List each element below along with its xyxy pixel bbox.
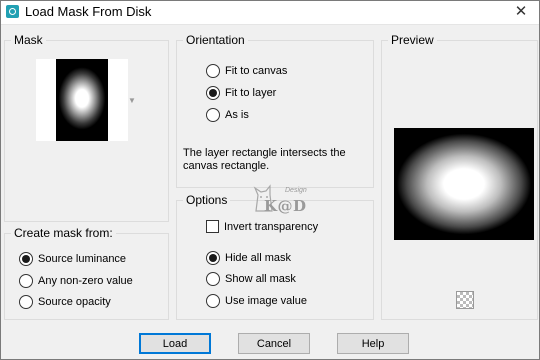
radio-button[interactable] bbox=[206, 86, 220, 100]
mask-preview-image bbox=[394, 128, 534, 240]
radio-fit-to-layer[interactable]: Fit to layer bbox=[206, 86, 276, 100]
radio-button[interactable] bbox=[206, 108, 220, 122]
radio-any-non-zero[interactable]: Any non-zero value bbox=[19, 274, 133, 288]
radio-use-image-value[interactable]: Use image value bbox=[206, 294, 307, 308]
radio-source-luminance[interactable]: Source luminance bbox=[19, 252, 126, 266]
close-button[interactable]: ✕ bbox=[513, 3, 529, 21]
transparency-checker-icon[interactable] bbox=[456, 291, 474, 309]
radio-label: Fit to layer bbox=[225, 87, 277, 99]
radio-label: As is bbox=[225, 109, 249, 121]
load-button[interactable]: Load bbox=[139, 333, 211, 354]
watermark-text: K@D bbox=[264, 197, 307, 215]
radio-button[interactable] bbox=[206, 272, 220, 286]
radio-button[interactable] bbox=[206, 64, 220, 78]
watermark-small-text: Design bbox=[285, 187, 307, 194]
mask-preview bbox=[394, 128, 534, 240]
app-icon bbox=[6, 5, 19, 18]
mask-group-label: Mask bbox=[11, 33, 46, 47]
radio-as-is[interactable]: As is bbox=[206, 108, 249, 122]
radio-label: Hide all mask bbox=[225, 252, 292, 264]
radio-label: Source luminance bbox=[38, 253, 127, 265]
title-bar[interactable]: Load Mask From Disk ✕ bbox=[1, 1, 539, 25]
mask-thumbnail[interactable] bbox=[36, 59, 128, 141]
checkbox[interactable] bbox=[206, 220, 219, 233]
preview-group-label: Preview bbox=[388, 33, 437, 47]
options-group-label: Options bbox=[183, 193, 231, 207]
radio-button[interactable] bbox=[19, 274, 33, 288]
radio-fit-to-canvas[interactable]: Fit to canvas bbox=[206, 64, 287, 78]
radio-button[interactable] bbox=[19, 295, 33, 309]
radio-source-opacity[interactable]: Source opacity bbox=[19, 295, 111, 309]
mask-thumbnail-image bbox=[56, 59, 108, 141]
chevron-down-icon[interactable]: ▼ bbox=[128, 96, 136, 105]
dialog-window: Load Mask From Disk ✕ Mask ▼ Create mask… bbox=[0, 0, 540, 360]
help-button[interactable]: Help bbox=[337, 333, 409, 354]
radio-button[interactable] bbox=[206, 294, 220, 308]
create-mask-group-label: Create mask from: bbox=[11, 226, 116, 240]
radio-show-all-mask[interactable]: Show all mask bbox=[206, 272, 296, 286]
radio-button[interactable] bbox=[19, 252, 33, 266]
radio-hide-all-mask[interactable]: Hide all mask bbox=[206, 251, 291, 265]
radio-label: Fit to canvas bbox=[225, 65, 288, 77]
radio-label: Any non-zero value bbox=[38, 275, 133, 287]
invert-transparency-checkbox[interactable]: Invert transparency bbox=[206, 220, 318, 233]
orientation-note: The layer rectangle intersects the canva… bbox=[183, 147, 346, 172]
radio-button[interactable] bbox=[206, 251, 220, 265]
radio-label: Use image value bbox=[225, 295, 307, 307]
radio-label: Show all mask bbox=[225, 273, 296, 285]
window-title: Load Mask From Disk bbox=[25, 4, 152, 19]
radio-label: Source opacity bbox=[38, 296, 111, 308]
cancel-button[interactable]: Cancel bbox=[238, 333, 310, 354]
checkbox-label: Invert transparency bbox=[224, 220, 319, 233]
orientation-group-label: Orientation bbox=[183, 33, 248, 47]
